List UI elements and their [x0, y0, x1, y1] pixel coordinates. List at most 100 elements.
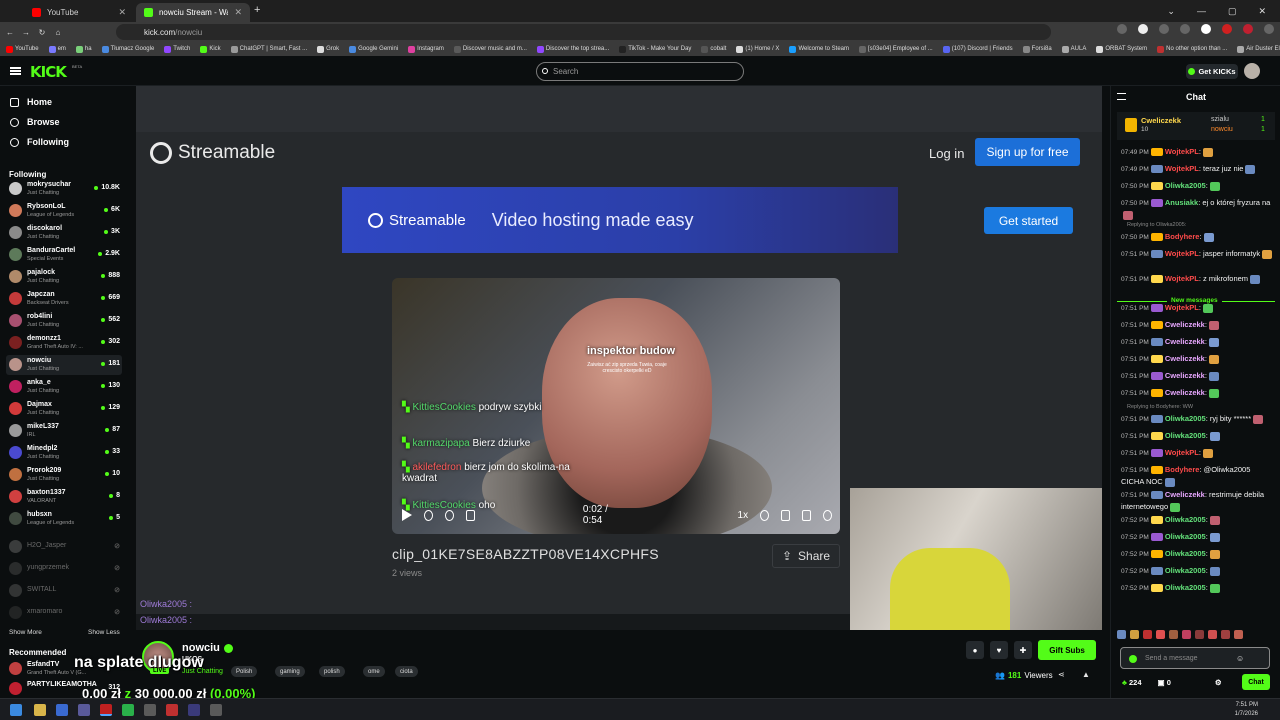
- chat-message[interactable]: 07:52 PM Oliwka2005:: [1121, 548, 1273, 560]
- bookmark-item[interactable]: Twitch: [164, 45, 190, 53]
- boost-button[interactable]: ✚: [1014, 641, 1032, 659]
- bookmark-item[interactable]: cobalt: [701, 45, 726, 53]
- explorer-icon[interactable]: [34, 704, 46, 716]
- sidebar-item-following[interactable]: Following: [10, 137, 69, 147]
- message-username[interactable]: Cweliczekk: [1165, 371, 1205, 380]
- message-username[interactable]: WojtekPL: [1165, 274, 1199, 283]
- sidebar-item-home[interactable]: Home: [10, 97, 52, 107]
- message-username[interactable]: WojtekPL: [1165, 147, 1199, 156]
- chat-input[interactable]: Send a message: [1120, 647, 1270, 669]
- follow-button[interactable]: ♥: [990, 641, 1008, 659]
- app-icon[interactable]: [210, 704, 222, 716]
- message-username[interactable]: WojtekPL: [1165, 448, 1199, 457]
- app-icon[interactable]: [78, 704, 90, 716]
- sidebar-channel-offline[interactable]: SWITALL ⊘: [6, 581, 122, 601]
- chat-message[interactable]: 07:50 PM Bodyhere:: [1121, 231, 1273, 243]
- sidebar-channel-anka_e[interactable]: anka_e Just Chatting 130: [6, 377, 122, 397]
- chat-message[interactable]: 07:51 PM WojtekPL: jasper informatyk: [1121, 248, 1273, 260]
- chat-message[interactable]: 07:51 PM Cweliczekk:: [1121, 319, 1273, 331]
- chat-message[interactable]: 07:50 PM Oliwka2005:: [1121, 180, 1273, 192]
- get-kicks-button[interactable]: Get KICKs: [1186, 64, 1238, 79]
- bookmark-item[interactable]: ChatGPT | Smart, Fast ...: [230, 45, 307, 53]
- emote-icon[interactable]: [1221, 630, 1230, 639]
- inventory-count[interactable]: 0: [1167, 678, 1171, 687]
- chat-message[interactable]: 07:52 PM Oliwka2005:: [1121, 514, 1273, 526]
- bookmark-item[interactable]: ORBAT System: [1096, 45, 1147, 53]
- chat-message[interactable]: 07:51 PM Cweliczekk:: [1121, 387, 1273, 399]
- bookmark-item[interactable]: (107) Discord | Friends: [942, 45, 1013, 53]
- chat-message[interactable]: 07:50 PM Anusiakk: ej o której fryzura na: [1121, 197, 1273, 220]
- sidebar-channel-mikel337[interactable]: mikeL337 IRL 87: [6, 421, 122, 441]
- bookmark-item[interactable]: Tłumacz Google: [101, 45, 154, 53]
- back-icon[interactable]: ←: [4, 28, 16, 37]
- maximize-icon[interactable]: ▢: [1228, 6, 1237, 17]
- emote-icon[interactable]: [1156, 630, 1165, 639]
- tag-pill[interactable]: ome: [363, 666, 385, 677]
- sidebar-channel-banduracartel[interactable]: BanduraCartel Special Events 2.9K: [6, 245, 122, 265]
- minimize-icon[interactable]: —: [1197, 6, 1206, 16]
- bookmark-item[interactable]: Grok: [317, 45, 339, 53]
- bookmark-item[interactable]: Welcome to Steam: [789, 45, 849, 53]
- tag-pill[interactable]: ciota: [395, 666, 418, 677]
- message-username[interactable]: Oliwka2005: [1165, 549, 1206, 558]
- bookmark-item[interactable]: (1) Home / X: [736, 45, 779, 53]
- message-username[interactable]: Cweliczekk: [1165, 388, 1205, 397]
- report-icon[interactable]: ▲: [1082, 670, 1090, 679]
- message-username[interactable]: Oliwka2005: [1165, 532, 1206, 541]
- bookmark-item[interactable]: ha: [75, 45, 92, 53]
- close-tab-icon[interactable]: ✕: [118, 7, 126, 18]
- profile-icon[interactable]: [1243, 24, 1253, 34]
- emote-icon[interactable]: [1234, 630, 1243, 639]
- extension-icon[interactable]: [1138, 24, 1148, 34]
- gift-subs-button[interactable]: Gift Subs: [1038, 640, 1096, 660]
- emote-icon[interactable]: [1117, 630, 1126, 639]
- kick-logo[interactable]: KICK: [30, 63, 67, 81]
- bookmark-item[interactable]: Instagram: [408, 45, 444, 53]
- chat-message[interactable]: 07:52 PM Oliwka2005:: [1121, 582, 1273, 594]
- forward-icon[interactable]: →: [20, 28, 32, 37]
- emote-icon[interactable]: [1143, 630, 1152, 639]
- sidebar-channel-rob4lini[interactable]: rob4lini Just Chatting 562: [6, 311, 122, 331]
- app-icon[interactable]: [122, 704, 134, 716]
- chat-message[interactable]: 07:51 PM WojtekPL: z mikrofonem: [1121, 273, 1273, 285]
- emote-icon[interactable]: [1182, 630, 1191, 639]
- menu-icon[interactable]: [1264, 24, 1274, 34]
- message-username[interactable]: Cweliczekk: [1165, 490, 1205, 499]
- chat-message[interactable]: 07:51 PM Cweliczekk:: [1121, 353, 1273, 365]
- chat-message[interactable]: 07:51 PM Cweliczekk:: [1121, 336, 1273, 348]
- message-username[interactable]: WojtekPL: [1165, 249, 1199, 258]
- message-username[interactable]: Oliwka2005: [1165, 566, 1206, 575]
- extension-icon[interactable]: [1180, 24, 1190, 34]
- extension-icon[interactable]: [1159, 24, 1169, 34]
- user-avatar[interactable]: [1244, 63, 1260, 79]
- tag-pill[interactable]: gaming: [275, 666, 305, 677]
- message-username[interactable]: Bodyhere: [1165, 232, 1200, 241]
- chat-message[interactable]: 07:51 PM Oliwka2005:: [1121, 430, 1273, 442]
- bookmark-item[interactable]: em: [48, 45, 66, 53]
- sidebar-channel-rybsonlol[interactable]: RybsonLoL League of Legends 6K: [6, 201, 122, 221]
- channel-name[interactable]: nowciu: [182, 642, 233, 654]
- message-username[interactable]: Oliwka2005: [1165, 583, 1206, 592]
- message-username[interactable]: Anusiakk: [1165, 198, 1198, 207]
- system-clock[interactable]: 7:51 PM 1/7/2026: [1235, 701, 1258, 719]
- bookmark-item[interactable]: TikTok - Make Your Day: [619, 45, 691, 53]
- message-username[interactable]: Cweliczekk: [1165, 354, 1205, 363]
- sidebar-channel-discokarol[interactable]: discokarol Just Chatting 3K: [6, 223, 122, 243]
- message-username[interactable]: Cweliczekk: [1165, 320, 1205, 329]
- emote-icon[interactable]: [1130, 630, 1139, 639]
- chat-message[interactable]: 07:49 PM WojtekPL:: [1121, 146, 1273, 158]
- chat-send-button[interactable]: Chat: [1242, 674, 1270, 690]
- sidebar-channel-nowciu[interactable]: nowciu Just Chatting 181: [6, 355, 122, 375]
- notification-button[interactable]: ●: [966, 641, 984, 659]
- bookmark-item[interactable]: [s03e04] Employee of ...: [859, 45, 933, 53]
- browser-icon[interactable]: [100, 704, 112, 716]
- tab-youtube[interactable]: YouTube ✕: [24, 3, 134, 22]
- bookmark-item[interactable]: Discover the top strea...: [536, 45, 609, 53]
- message-username[interactable]: Oliwka2005: [1165, 515, 1206, 524]
- message-username[interactable]: Bodyhere: [1165, 465, 1200, 474]
- menu-icon[interactable]: [10, 67, 21, 75]
- message-username[interactable]: Oliwka2005: [1165, 181, 1206, 190]
- sidebar-channel-offline[interactable]: H2O_Jasper ⊘: [6, 537, 122, 557]
- sidebar-channel-offline[interactable]: yungprzemek ⊘: [6, 559, 122, 579]
- bookmark-item[interactable]: No other option than ...: [1157, 45, 1227, 53]
